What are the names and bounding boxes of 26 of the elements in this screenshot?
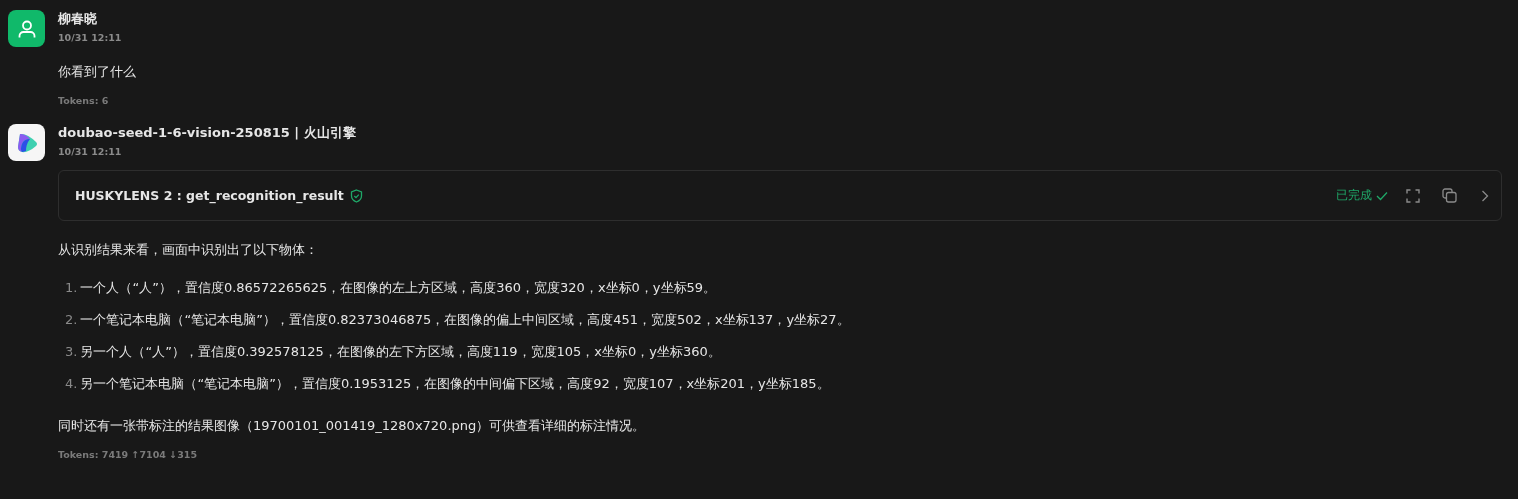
author-name: doubao-seed-1-6-vision-250815 | 火山引擎: [58, 124, 356, 142]
list-number: 1.: [65, 279, 78, 297]
status-label: 已完成: [1336, 187, 1372, 204]
message-text: 从识别结果来看，画面中识别出了以下物体：: [58, 241, 318, 259]
copy-button[interactable]: [1442, 188, 1457, 203]
list-item-text: 一个人（“人”），置信度0.86572265625，在图像的左上方区域，高度360，宽度320，x坐标0，y坐标59。: [80, 279, 717, 297]
check-icon: [1376, 190, 1388, 201]
list-number: 4.: [65, 375, 78, 393]
token-count: Tokens: 6: [58, 95, 109, 106]
message-text: 同时还有一张带标注的结果图像（19700101_001419_1280x720.png）可供查看详细的标注情况。: [58, 417, 646, 435]
tool-call-card[interactable]: HUSKYLENS 2 : get_recognition_result 已完成: [58, 170, 1502, 221]
tool-call-title: HUSKYLENS 2 : get_recognition_result: [75, 188, 344, 203]
message-time: 10/31 12:11: [58, 146, 122, 157]
expand-chevron-button[interactable]: [1481, 189, 1489, 202]
list-item-text: 另一个人（“人”），置信度0.392578125，在图像的左下方区域，高度119，宽度105，x坐标0，y坐标360。: [80, 343, 721, 361]
list-item-text: 一个笔记本电脑（“笔记本电脑”），置信度0.82373046875，在图像的偏上中间区域，高度451，宽度502，x坐标137，y坐标27。: [80, 311, 850, 329]
message-text: 你看到了什么: [58, 63, 136, 81]
fullscreen-button[interactable]: [1406, 188, 1420, 203]
list-number: 2.: [65, 311, 78, 329]
list-item-text: 另一个笔记本电脑（“笔记本电脑”），置信度0.1953125，在图像的中间偏下区域，高度92，宽度107，x坐标201，y坐标185。: [80, 375, 830, 393]
author-name: 柳春晓: [58, 10, 97, 28]
message-time: 10/31 12:11: [58, 32, 122, 43]
token-count: Tokens: 7419 ↑7104 ↓315: [58, 449, 198, 460]
list-number: 3.: [65, 343, 78, 361]
person-icon: [16, 18, 37, 39]
shield-check-icon: [349, 188, 363, 203]
